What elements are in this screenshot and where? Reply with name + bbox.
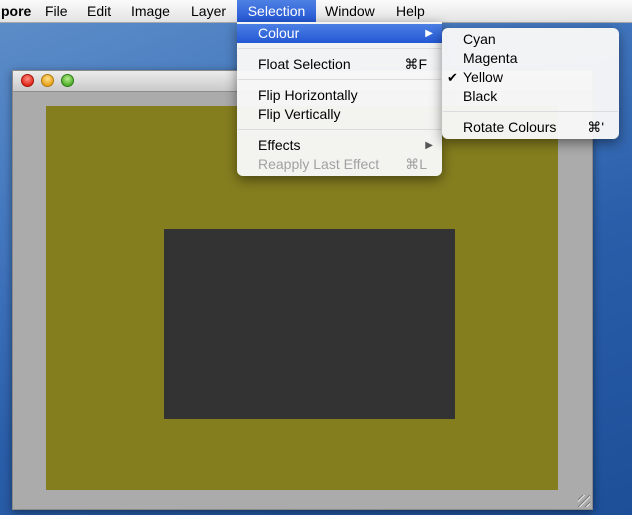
menu-item-float-selection[interactable]: Float Selection ⌘F	[237, 55, 442, 74]
minimize-button[interactable]	[41, 74, 54, 87]
menu-item-reapply-last-effect: Reapply Last Effect ⌘L	[237, 155, 442, 174]
close-button[interactable]	[21, 74, 34, 87]
menu-separator	[238, 79, 441, 80]
menu-bar: pore File Edit Image Layer Selection Win…	[0, 0, 632, 23]
checkmark-icon: ✔	[447, 70, 458, 85]
menu-app[interactable]: pore	[0, 0, 39, 22]
resize-grip-icon[interactable]	[578, 495, 590, 507]
menu-item-effects[interactable]: Effects ▶	[237, 136, 442, 155]
submenu-item-magenta[interactable]: Magenta	[442, 49, 619, 68]
menu-separator	[443, 111, 618, 112]
menu-separator	[238, 48, 441, 49]
submenu-item-yellow[interactable]: ✔ Yellow	[442, 68, 619, 87]
menu-file[interactable]: File	[37, 0, 76, 22]
menu-item-label: Flip Vertically	[258, 106, 341, 122]
menu-item-label: Cyan	[463, 31, 496, 47]
menu-item-label: Colour	[258, 25, 300, 41]
menu-shortcut: ⌘F	[404, 56, 427, 72]
submenu-item-cyan[interactable]: Cyan	[442, 30, 619, 49]
menu-separator	[238, 129, 441, 130]
menu-edit[interactable]: Edit	[79, 0, 119, 22]
menu-shortcut: ⌘L	[405, 156, 427, 172]
menu-item-colour[interactable]: Colour ▶	[237, 24, 442, 43]
selection-menu: Colour ▶ Float Selection ⌘F Flip Horizon…	[237, 22, 442, 176]
menu-help[interactable]: Help	[388, 0, 433, 22]
menu-layer[interactable]: Layer	[183, 0, 234, 22]
menu-item-label: Reapply Last Effect	[258, 156, 380, 172]
menu-item-label: Effects	[258, 137, 301, 153]
menu-item-flip-horizontally[interactable]: Flip Horizontally	[237, 86, 442, 105]
menu-window[interactable]: Window	[317, 0, 383, 22]
menu-item-label: Flip Horizontally	[258, 87, 358, 103]
submenu-item-rotate-colours[interactable]: Rotate Colours ⌘'	[442, 118, 619, 137]
menu-item-label: Float Selection	[258, 56, 351, 72]
menu-item-label: Magenta	[463, 50, 518, 66]
colour-submenu: Cyan Magenta ✔ Yellow Black Rotate Colou…	[442, 28, 619, 139]
menu-item-flip-vertically[interactable]: Flip Vertically	[237, 105, 442, 124]
menu-shortcut: ⌘'	[587, 119, 604, 135]
menu-selection[interactable]: Selection	[237, 0, 316, 22]
menu-item-label: Yellow	[463, 69, 503, 85]
submenu-item-black[interactable]: Black	[442, 87, 619, 106]
menu-item-label: Rotate Colours	[463, 119, 557, 135]
menu-image[interactable]: Image	[123, 0, 178, 22]
zoom-button[interactable]	[61, 74, 74, 87]
submenu-arrow-icon: ▶	[425, 140, 433, 151]
submenu-arrow-icon: ▶	[425, 28, 433, 39]
menu-item-label: Black	[463, 88, 498, 104]
selection-rectangle[interactable]	[164, 229, 455, 419]
